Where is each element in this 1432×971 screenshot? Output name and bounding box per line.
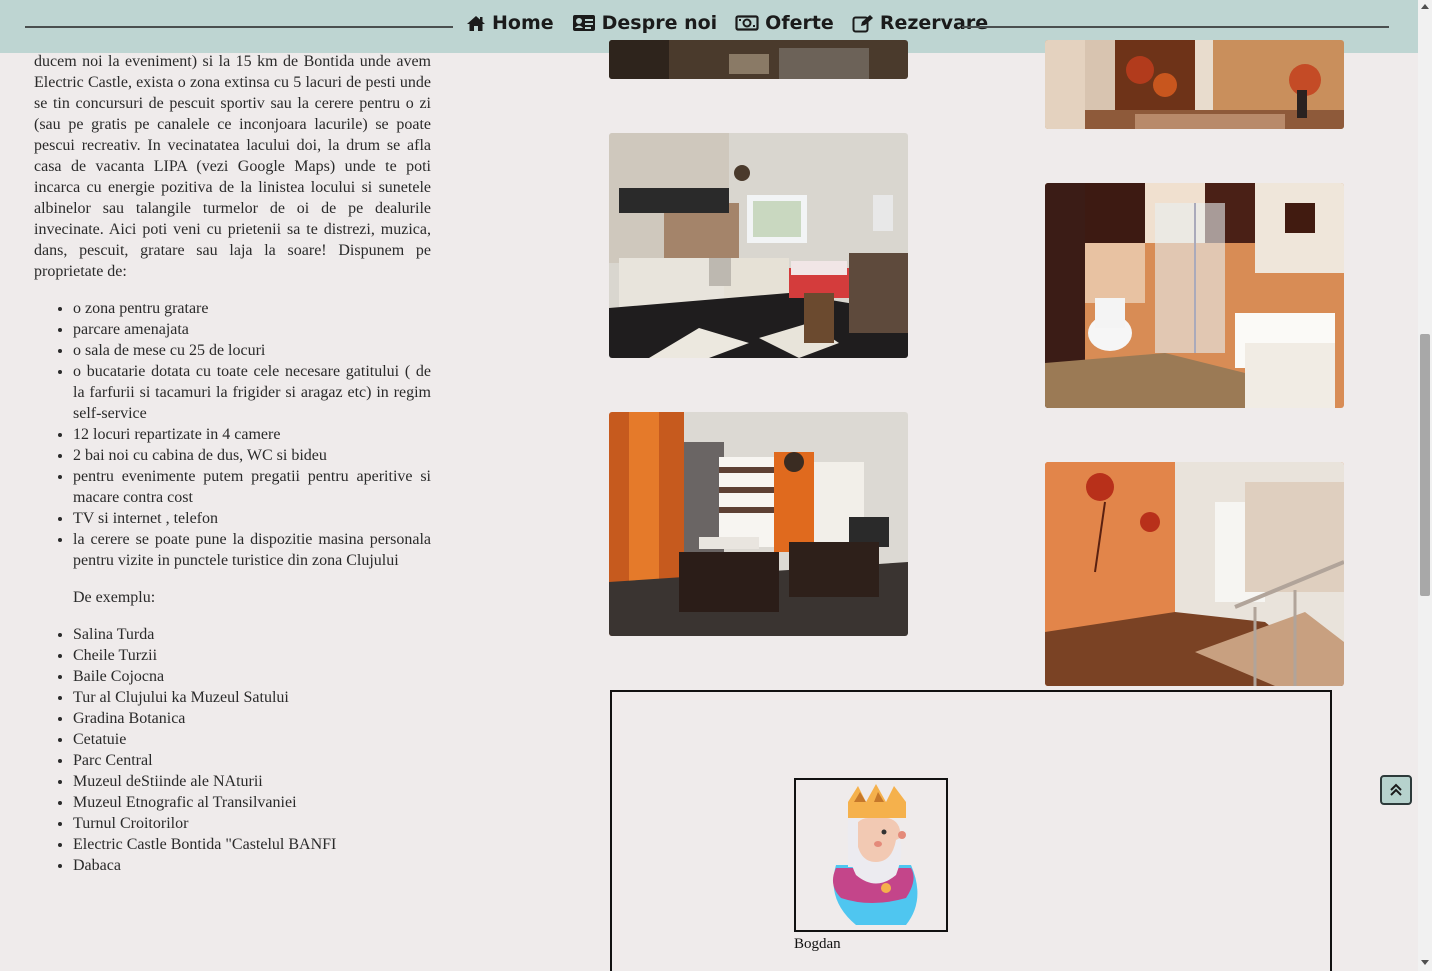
scroll-down-arrow-icon[interactable] [1421, 960, 1429, 965]
list-item: o sala de mese cu 25 de locuri [73, 340, 431, 361]
nav-rezervare-label: Rezervare [879, 12, 989, 34]
nav-home-label: Home [492, 12, 554, 34]
reviewer-name: Bogdan [794, 936, 841, 952]
list-item: Cheile Turzii [73, 645, 431, 666]
double-chevron-up-icon [1382, 782, 1410, 798]
list-item: o zona pentru gratare [73, 298, 431, 319]
intro-paragraph: ducem noi la eveniment) si la 15 km de B… [34, 53, 431, 280]
gallery-photo-hallway[interactable] [1045, 462, 1344, 686]
list-item: Tur al Clujului ka Muzeul Satului [73, 687, 431, 708]
list-item: Baile Cojocna [73, 666, 431, 687]
list-item: Cetatuie [73, 729, 431, 750]
amenities-list: o zona pentru gratare parcare amenajata … [34, 298, 431, 571]
nav-oferte-label: Oferte [765, 12, 834, 34]
edit-icon [852, 14, 874, 33]
back-to-top-button[interactable] [1380, 775, 1412, 805]
list-item: Salina Turda [73, 624, 431, 645]
vertical-scrollbar[interactable] [1418, 0, 1432, 971]
nav-divider-left [25, 26, 453, 28]
list-item: parcare amenajata [73, 319, 431, 340]
list-item: Parc Central [73, 750, 431, 771]
id-card-icon [572, 14, 596, 32]
nav-menu: Home Despre noi Oferte Rezervare [466, 12, 988, 34]
description-column: ducem noi la eveniment) si la 15 km de B… [34, 51, 431, 876]
nav-despre-noi[interactable]: Despre noi [572, 12, 718, 34]
scroll-up-arrow-icon[interactable] [1421, 4, 1429, 9]
scrollbar-thumb[interactable] [1420, 334, 1430, 596]
nav-despre-noi-label: Despre noi [601, 12, 718, 34]
places-list: Salina Turda Cheile Turzii Baile Cojocna… [34, 624, 431, 876]
nav-divider-right [962, 26, 1389, 28]
gallery-photo-bathroom[interactable] [1045, 183, 1344, 408]
home-icon [466, 15, 486, 32]
list-item: Muzeul deStiinde ale NAturii [73, 771, 431, 792]
king-avatar-icon [794, 778, 948, 932]
gallery-photo-dining[interactable] [609, 412, 908, 636]
nav-rezervare[interactable]: Rezervare [852, 12, 988, 34]
gallery-photo-kitchen[interactable] [609, 133, 908, 358]
list-item: 12 locuri repartizate in 4 camere [73, 424, 431, 445]
list-item: o bucatarie dotata cu toate cele necesar… [73, 361, 431, 424]
list-item: pentru evenimente putem pregatii pentru … [73, 466, 431, 508]
list-item: Turnul Croitorilor [73, 813, 431, 834]
example-label: De exemplu: [73, 589, 156, 606]
nav-oferte[interactable]: Oferte [735, 12, 834, 34]
list-item: Electric Castle Bontida "Castelul BANFI [73, 834, 431, 855]
review-card [610, 690, 1332, 971]
gallery-photo-living[interactable] [1045, 40, 1344, 129]
list-item: Muzeul Etnografic al Transilvaniei [73, 792, 431, 813]
money-bill-icon [735, 15, 759, 31]
gallery-photo-room[interactable] [609, 40, 908, 79]
list-item: 2 bai noi cu cabina de dus, WC si bideu [73, 445, 431, 466]
list-item: Gradina Botanica [73, 708, 431, 729]
list-item: Dabaca [73, 855, 431, 876]
nav-home[interactable]: Home [466, 12, 554, 34]
list-item: la cerere se poate pune la dispozitie ma… [73, 529, 431, 571]
list-item: TV si internet , telefon [73, 508, 431, 529]
